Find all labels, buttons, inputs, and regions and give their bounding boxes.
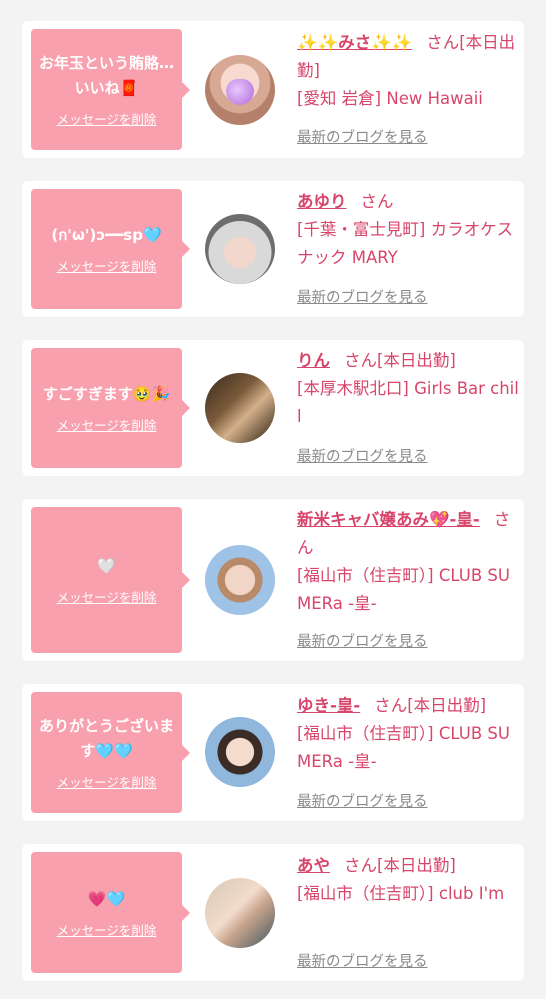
avatar[interactable] <box>205 55 275 125</box>
shop-name: [福山市（住吉町）] CLUB SUMERa -皇- <box>297 566 510 613</box>
message-card: 💗🩵 メッセージを削除 あや さん[本日出勤] [福山市（住吉町）] club I… <box>22 844 524 981</box>
cast-name-link[interactable]: ゆき-皇- <box>297 696 360 715</box>
cast-info: あゆり さん [千葉・富士見町] カラオケスナック MARY <box>297 188 519 272</box>
avatar[interactable] <box>205 878 275 948</box>
latest-blog-link[interactable]: 最新のブログを見る <box>297 286 428 307</box>
honorific: さん[本日出勤] <box>344 856 456 875</box>
message-text: 🤍 <box>97 557 116 575</box>
delete-message-link[interactable]: メッセージを削除 <box>57 920 157 939</box>
message-card: お年玉という賄賂…いいね🧧 メッセージを削除 ✨✨みさ✨✨ さん[本日出勤] [愛… <box>22 21 524 158</box>
cast-info: りん さん[本日出勤] [本厚木駅北口] Girls Bar chill <box>297 347 519 431</box>
message-bubble: すごすぎます🥹🎉 メッセージを削除 <box>31 348 190 468</box>
cast-info: あや さん[本日出勤] [福山市（住吉町）] club I'm <box>297 852 519 908</box>
delete-message-link[interactable]: メッセージを削除 <box>57 587 157 606</box>
cast-name-link[interactable]: あや <box>297 856 330 875</box>
cast-name-link[interactable]: ✨✨みさ✨✨ <box>297 33 412 52</box>
cast-name-link[interactable]: 新米キャバ嬢あみ💖-皇- <box>297 510 480 529</box>
cast-name-link[interactable]: りん <box>297 351 330 370</box>
message-bubble: ありがとうございます🩵🩵 メッセージを削除 <box>31 692 190 813</box>
message-bubble: (ก'ω')ɔ━━sp🩵 メッセージを削除 <box>31 189 190 309</box>
avatar[interactable] <box>205 545 275 615</box>
latest-blog-link[interactable]: 最新のブログを見る <box>297 445 428 466</box>
shop-name: [福山市（住吉町）] club I'm <box>297 884 505 903</box>
cast-info: ゆき-皇- さん[本日出勤] [福山市（住吉町）] CLUB SUMERa -皇- <box>297 692 519 776</box>
avatar[interactable] <box>205 214 275 284</box>
message-card: すごすぎます🥹🎉 メッセージを削除 りん さん[本日出勤] [本厚木駅北口] Gi… <box>22 340 524 476</box>
message-text: すごすぎます🥹🎉 <box>42 385 171 403</box>
message-bubble: お年玉という賄賂…いいね🧧 メッセージを削除 <box>31 29 190 150</box>
delete-message-link[interactable]: メッセージを削除 <box>57 256 157 275</box>
heart-sticker-icon <box>226 79 254 105</box>
shop-name: [福山市（住吉町）] CLUB SUMERa -皇- <box>297 724 510 771</box>
message-text: 💗🩵 <box>87 889 126 908</box>
latest-blog-link[interactable]: 最新のブログを見る <box>297 126 428 147</box>
honorific: さん <box>360 192 394 211</box>
delete-message-link[interactable]: メッセージを削除 <box>57 415 157 434</box>
shop-name: [本厚木駅北口] Girls Bar chill <box>297 379 519 426</box>
latest-blog-link[interactable]: 最新のブログを見る <box>297 630 428 651</box>
delete-message-link[interactable]: メッセージを削除 <box>57 109 157 128</box>
message-card: 🤍 メッセージを削除 新米キャバ嬢あみ💖-皇- さん [福山市（住吉町）] CLU… <box>22 499 524 661</box>
avatar[interactable] <box>205 373 275 443</box>
message-bubble: 💗🩵 メッセージを削除 <box>31 852 190 973</box>
shop-name: [愛知 岩倉] New Hawaii <box>297 89 483 108</box>
message-text: お年玉という賄賂…いいね🧧 <box>38 54 174 97</box>
honorific: さん[本日出勤] <box>344 351 456 370</box>
cast-info: 新米キャバ嬢あみ💖-皇- さん [福山市（住吉町）] CLUB SUMERa -皇… <box>297 506 519 618</box>
message-card: (ก'ω')ɔ━━sp🩵 メッセージを削除 あゆり さん [千葉・富士見町] カラ… <box>22 181 524 317</box>
delete-message-link[interactable]: メッセージを削除 <box>57 772 157 791</box>
honorific: さん[本日出勤] <box>374 696 487 715</box>
cast-name-link[interactable]: あゆり <box>297 192 347 211</box>
shop-name: [千葉・富士見町] カラオケスナック MARY <box>297 220 514 267</box>
latest-blog-link[interactable]: 最新のブログを見る <box>297 950 428 971</box>
message-text: (ก'ω')ɔ━━sp🩵 <box>51 226 162 244</box>
message-card: ありがとうございます🩵🩵 メッセージを削除 ゆき-皇- さん[本日出勤] [福山市… <box>22 684 524 821</box>
message-bubble: 🤍 メッセージを削除 <box>31 507 190 653</box>
cast-info: ✨✨みさ✨✨ さん[本日出勤] [愛知 岩倉] New Hawaii <box>297 29 519 113</box>
avatar[interactable] <box>205 717 275 787</box>
latest-blog-link[interactable]: 最新のブログを見る <box>297 790 428 811</box>
message-text: ありがとうございます🩵🩵 <box>38 717 174 760</box>
